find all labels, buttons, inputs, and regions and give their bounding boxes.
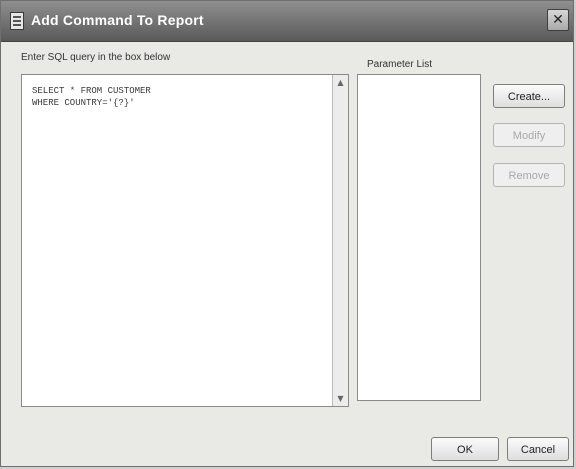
window-title: Add Command To Report	[31, 12, 204, 28]
sql-scrollbar[interactable]: ▲ ▼	[332, 75, 348, 406]
scroll-down-icon[interactable]: ▼	[333, 391, 348, 406]
document-icon	[10, 12, 24, 30]
close-button[interactable]: ✕	[547, 9, 569, 31]
cancel-button[interactable]: Cancel	[507, 437, 569, 461]
parameter-list[interactable]	[357, 74, 481, 401]
parameter-list-label: Parameter List	[367, 59, 433, 70]
ok-button[interactable]: OK	[431, 437, 499, 461]
modify-parameter-button[interactable]: Modify	[493, 123, 565, 147]
create-parameter-button[interactable]: Create...	[493, 84, 565, 108]
sql-query-textarea[interactable]: SELECT * FROM CUSTOMER WHERE COUNTRY='{?…	[21, 74, 349, 407]
scroll-up-icon[interactable]: ▲	[333, 75, 348, 90]
sql-instruction-label: Enter SQL query in the box below	[21, 52, 171, 63]
title-bar[interactable]: Add Command To Report ✕	[1, 1, 573, 42]
remove-parameter-button[interactable]: Remove	[493, 163, 565, 187]
sql-query-text[interactable]: SELECT * FROM CUSTOMER WHERE COUNTRY='{?…	[32, 85, 328, 109]
add-command-dialog: Add Command To Report ✕ Enter SQL query …	[0, 0, 574, 467]
